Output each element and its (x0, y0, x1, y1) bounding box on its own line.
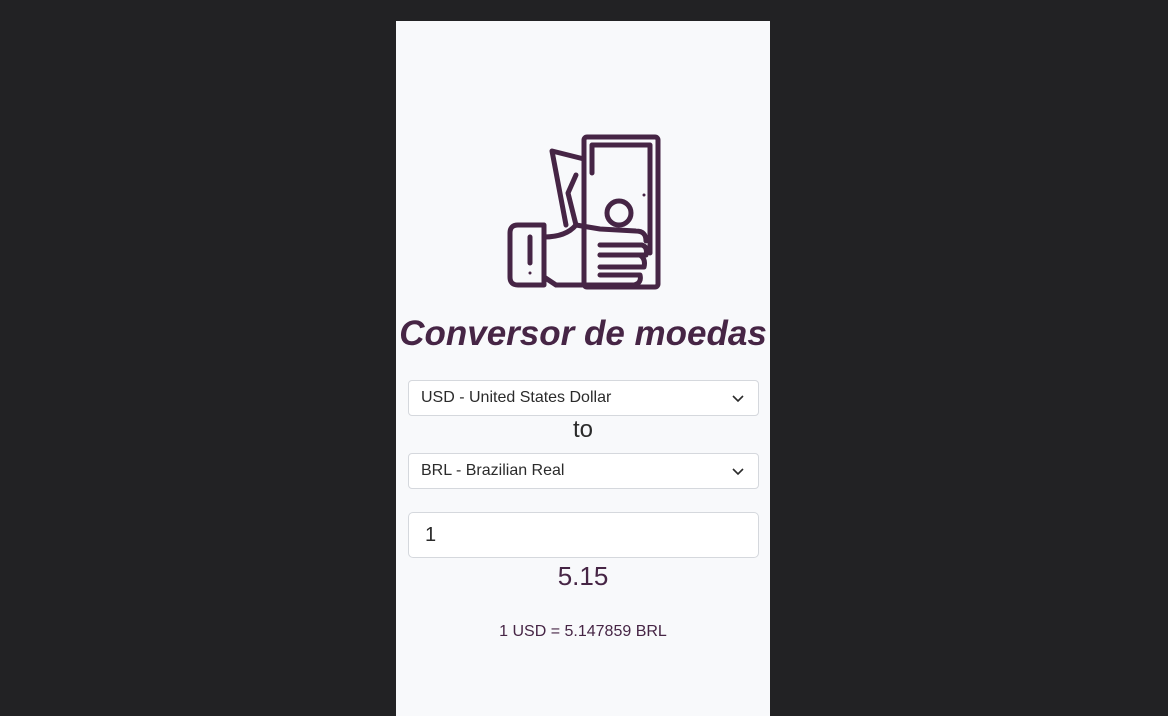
exchange-rate-text: 1 USD = 5.147859 BRL (499, 623, 667, 640)
chevron-down-icon (732, 395, 744, 403)
conversion-result: 5.15 (557, 561, 609, 591)
to-currency-select[interactable]: BRL - Brazilian Real (408, 453, 759, 489)
from-currency-select[interactable]: USD - United States Dollar (408, 380, 759, 416)
amount-input[interactable] (408, 512, 759, 558)
to-separator-label: to (572, 416, 593, 443)
from-currency-value: USD - United States Dollar (421, 389, 612, 406)
chevron-down-icon (732, 468, 744, 476)
hand-holding-money-icon (507, 134, 661, 290)
to-currency-value: BRL - Brazilian Real (421, 462, 565, 479)
converter-card: Conversor de moedas USD - United States … (396, 21, 770, 716)
page-title: Conversor de moedas (399, 314, 767, 353)
